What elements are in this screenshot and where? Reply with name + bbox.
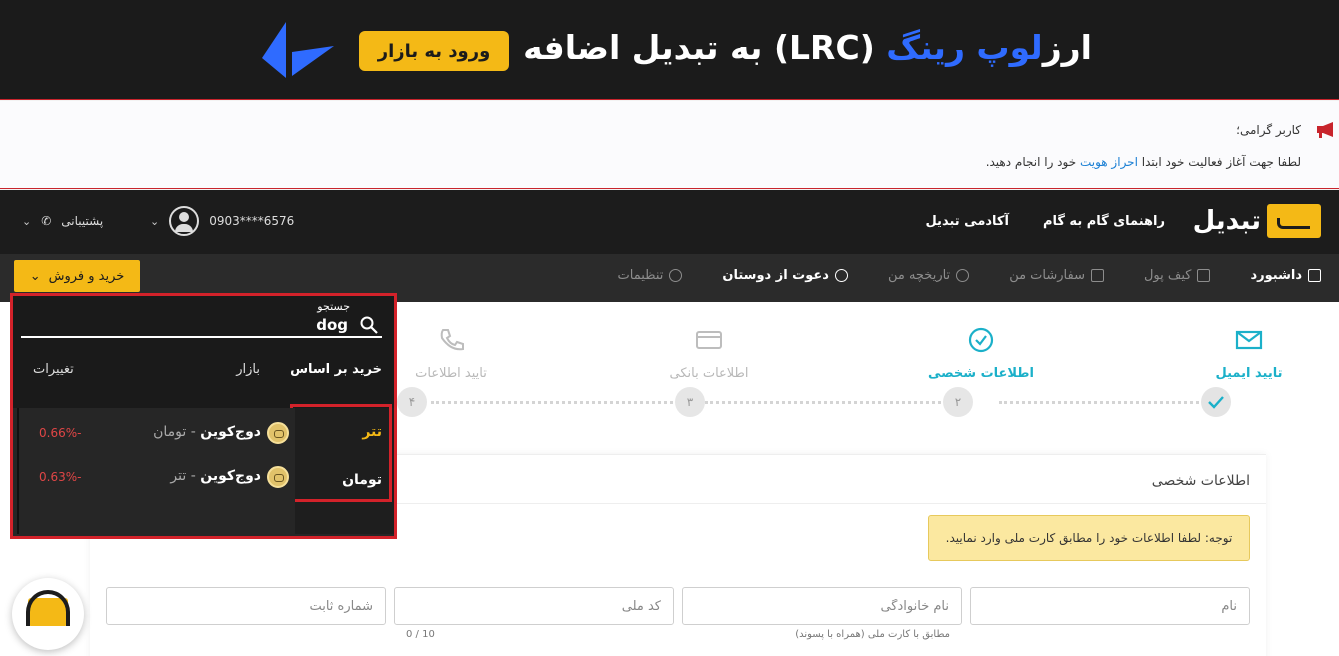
search-input[interactable] bbox=[21, 314, 382, 336]
megaphone-icon bbox=[1317, 122, 1333, 138]
search-label: جستجو bbox=[317, 300, 350, 313]
dogecoin-icon bbox=[267, 466, 289, 488]
subnav-orders[interactable]: سفارشات من bbox=[1009, 268, 1104, 283]
support-menu[interactable]: ⌄ ✆ پشتیبانی bbox=[22, 214, 103, 228]
change-value: -0.63% bbox=[39, 470, 82, 484]
loopring-logo-icon bbox=[262, 22, 334, 78]
phone-input[interactable] bbox=[107, 588, 385, 624]
kyc-link[interactable]: احراز هویت bbox=[1080, 155, 1138, 169]
chevron-down-icon: ⌄ bbox=[150, 214, 160, 228]
subnav-invite[interactable]: دعوت از دوستان bbox=[722, 268, 848, 283]
main-header: تبدیل راهنمای گام به گام آکادمی تبدیل ⌄ … bbox=[0, 190, 1339, 254]
brand-logo[interactable]: تبدیل bbox=[1193, 204, 1321, 238]
phone-icon bbox=[440, 329, 464, 351]
dogecoin-icon bbox=[267, 422, 289, 444]
trade-button[interactable]: خرید و فروش ⌄ bbox=[14, 260, 140, 292]
brand-mark-icon bbox=[1267, 204, 1321, 238]
change-value: -0.66% bbox=[39, 426, 82, 440]
user-menu[interactable]: ⌄ 0903****6576 bbox=[150, 206, 294, 236]
grid-icon bbox=[1308, 269, 1321, 282]
enter-market-button[interactable]: ورود به بازار bbox=[359, 31, 509, 71]
step-4-number: ۴ bbox=[397, 387, 427, 417]
user-avatar-icon bbox=[169, 206, 200, 236]
first-name-field[interactable] bbox=[970, 587, 1250, 625]
national-code-input[interactable] bbox=[395, 588, 673, 624]
subnav-wallet[interactable]: کیف پول bbox=[1144, 268, 1211, 283]
credit-card-icon bbox=[696, 331, 722, 349]
user-phone: 0903****6576 bbox=[209, 214, 295, 228]
banner-highlight: لوپ رینگ bbox=[886, 28, 1043, 67]
promo-banner: ارزلوپ رینگ (LRC) به تبدیل اضافه شد. ورو… bbox=[0, 0, 1339, 100]
national-code-counter: 0 / 10 bbox=[406, 629, 435, 640]
market-list: دوج‌کوین - تومان -0.66% دوج‌کوین - تتر -… bbox=[17, 408, 295, 534]
header-nav: راهنمای گام به گام آکادمی تبدیل bbox=[925, 214, 1165, 229]
gear-icon bbox=[669, 269, 683, 282]
search-icon bbox=[360, 316, 378, 334]
subnav-history[interactable]: تاریخچه من bbox=[888, 268, 970, 283]
column-buy-by: خرید بر اساس bbox=[290, 362, 382, 377]
step-bank: اطلاعات بانکی bbox=[639, 326, 779, 381]
tabs-highlight bbox=[290, 404, 392, 502]
list-item[interactable]: دوج‌کوین - تتر -0.63% bbox=[19, 456, 297, 500]
subnav-settings[interactable]: تنظیمات bbox=[618, 268, 683, 283]
column-market: بازار bbox=[236, 362, 260, 377]
chevron-down-icon: ⌄ bbox=[22, 214, 32, 228]
step-connector bbox=[999, 401, 1199, 404]
search-box[interactable] bbox=[21, 314, 382, 338]
step-email: تایید ایمیل bbox=[1179, 326, 1319, 381]
last-name-input[interactable] bbox=[683, 588, 961, 624]
market-search-dropdown: جستجو خرید بر اساس بازار تغییرات تتر توم… bbox=[10, 293, 397, 539]
orders-icon bbox=[1090, 269, 1104, 282]
envelope-icon bbox=[1235, 330, 1263, 350]
national-code-field[interactable] bbox=[394, 587, 674, 625]
wallet-icon bbox=[1197, 269, 1211, 282]
step-verify: تایید اطلاعات bbox=[381, 326, 521, 381]
check-circle-icon bbox=[968, 327, 994, 353]
step-personal: اطلاعات شخصی bbox=[911, 326, 1051, 381]
checkmark-icon bbox=[1208, 396, 1224, 409]
kyc-notice: کاربر گرامی؛ لطفا جهت آغاز فعالیت خود اب… bbox=[0, 101, 1339, 189]
last-name-hint: مطابق با کارت ملی (همراه با پسوند) bbox=[795, 629, 950, 640]
headset-icon bbox=[26, 590, 70, 626]
card-title: اطلاعات شخصی bbox=[1151, 473, 1250, 489]
last-name-field[interactable] bbox=[682, 587, 962, 625]
step-connector bbox=[431, 401, 673, 404]
chevron-down-icon: ⌄ bbox=[29, 268, 41, 284]
banner-symbol: (LRC) bbox=[773, 28, 875, 67]
banner-headline: ارزلوپ رینگ (LRC) به تبدیل اضافه شد. bbox=[447, 28, 1092, 67]
step-3-number: ۳ bbox=[675, 387, 705, 417]
column-change: تغییرات bbox=[33, 362, 74, 377]
phone-icon: ✆ bbox=[41, 214, 52, 228]
nav-academy[interactable]: آکادمی تبدیل bbox=[925, 214, 1008, 229]
step-connector bbox=[705, 401, 941, 404]
dropdown-header: جستجو خرید بر اساس بازار تغییرات bbox=[13, 296, 394, 408]
subnav-dashboard[interactable]: داشبورد bbox=[1250, 268, 1321, 283]
warning-box: توجه: لطفا اطلاعات خود را مطابق کارت ملی… bbox=[928, 515, 1250, 561]
list-item[interactable]: دوج‌کوین - تومان -0.66% bbox=[19, 412, 297, 456]
step-1-check bbox=[1201, 387, 1231, 417]
phone-field[interactable] bbox=[106, 587, 386, 625]
first-name-input[interactable] bbox=[971, 588, 1249, 624]
nav-guide[interactable]: راهنمای گام به گام bbox=[1043, 214, 1165, 229]
notice-title: کاربر گرامی؛ bbox=[1236, 123, 1301, 137]
history-icon bbox=[956, 269, 970, 282]
step-2-number: ۲ bbox=[943, 387, 973, 417]
users-icon bbox=[834, 269, 848, 282]
support-chat-button[interactable] bbox=[12, 578, 84, 650]
notice-body: لطفا جهت آغاز فعالیت خود ابتدا احراز هوی… bbox=[985, 155, 1301, 169]
support-label: پشتیبانی bbox=[61, 214, 104, 228]
